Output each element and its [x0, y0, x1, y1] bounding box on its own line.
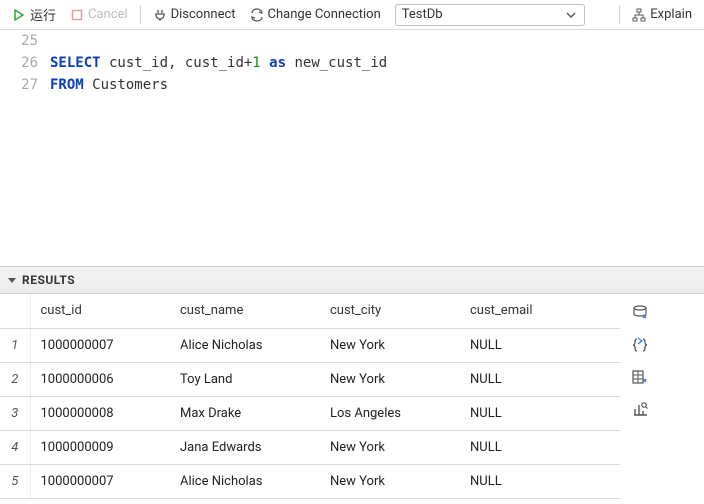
code-content[interactable]: SELECT cust_id, cust_id+1 as new_cust_id [50, 52, 387, 74]
row-number: 5 [0, 464, 30, 498]
database-select[interactable]: TestDb [395, 4, 585, 26]
column-header[interactable]: cust_city [320, 294, 460, 328]
disconnect-label: Disconnect [171, 7, 236, 22]
chevron-down-icon [564, 8, 578, 22]
separator [619, 6, 620, 24]
export-csv-button[interactable] [630, 304, 650, 322]
cancel-label: Cancel [88, 7, 128, 22]
results-title: RESULTS [22, 273, 75, 287]
rownum-header [0, 294, 30, 328]
editor-line[interactable]: 27FROM Customers [0, 74, 704, 96]
column-header[interactable]: cust_name [170, 294, 320, 328]
toolbar: 运行 Cancel Disconnect Change Connection T… [0, 0, 704, 30]
table-row[interactable]: 31000000008Max DrakeLos AngelesNULL [0, 396, 620, 430]
row-number: 4 [0, 430, 30, 464]
change-connection-label: Change Connection [268, 7, 381, 22]
cancel-button: Cancel [64, 4, 134, 25]
results-table: cust_idcust_namecust_citycust_email 1100… [0, 294, 620, 499]
change-connection-button[interactable]: Change Connection [244, 4, 387, 25]
cell[interactable]: 1000000009 [30, 430, 170, 464]
explain-button[interactable]: Explain [626, 4, 698, 25]
plug-icon [153, 8, 167, 22]
stop-icon [70, 8, 84, 22]
cell[interactable]: NULL [460, 362, 620, 396]
run-label: 运行 [30, 5, 56, 24]
run-button[interactable]: 运行 [6, 2, 62, 27]
database-selected-value: TestDb [402, 7, 443, 22]
editor-line[interactable]: 26SELECT cust_id, cust_id+1 as new_cust_… [0, 52, 704, 74]
code-content[interactable]: FROM Customers [50, 74, 168, 96]
cell[interactable]: 1000000007 [30, 464, 170, 498]
cell[interactable]: Max Drake [170, 396, 320, 430]
cell[interactable]: Jana Edwards [170, 430, 320, 464]
results-side-toolbar [620, 294, 660, 418]
cell[interactable]: Toy Land [170, 362, 320, 396]
explain-label: Explain [650, 7, 692, 22]
cell[interactable]: 1000000007 [30, 328, 170, 362]
cell[interactable]: New York [320, 430, 460, 464]
cell[interactable]: NULL [460, 396, 620, 430]
editor-line[interactable]: 25 [0, 30, 704, 52]
sql-editor[interactable]: 2526SELECT cust_id, cust_id+1 as new_cus… [0, 30, 704, 266]
results-pane: cust_idcust_namecust_citycust_email 1100… [0, 294, 704, 499]
cell[interactable]: 1000000008 [30, 396, 170, 430]
cell[interactable]: 1000000006 [30, 362, 170, 396]
cell[interactable]: Alice Nicholas [170, 328, 320, 362]
cell[interactable]: NULL [460, 430, 620, 464]
separator [140, 6, 141, 24]
line-number: 25 [0, 30, 50, 52]
export-excel-button[interactable] [630, 368, 650, 386]
diagram-icon [632, 8, 646, 22]
cell[interactable]: New York [320, 362, 460, 396]
disconnect-button[interactable]: Disconnect [147, 4, 242, 25]
cell[interactable]: Los Angeles [320, 396, 460, 430]
play-icon [12, 8, 26, 22]
row-number: 2 [0, 362, 30, 396]
swap-icon [250, 8, 264, 22]
table-row[interactable]: 41000000009Jana EdwardsNew YorkNULL [0, 430, 620, 464]
column-header[interactable]: cust_id [30, 294, 170, 328]
cell[interactable]: New York [320, 328, 460, 362]
table-row[interactable]: 51000000007Alice NicholasNew YorkNULL [0, 464, 620, 498]
export-json-button[interactable] [630, 336, 650, 354]
row-number: 1 [0, 328, 30, 362]
column-header[interactable]: cust_email [460, 294, 620, 328]
line-number: 26 [0, 52, 50, 74]
table-row[interactable]: 11000000007Alice NicholasNew YorkNULL [0, 328, 620, 362]
collapse-triangle-icon [8, 278, 16, 283]
table-row[interactable]: 21000000006Toy LandNew YorkNULL [0, 362, 620, 396]
cell[interactable]: NULL [460, 328, 620, 362]
cell[interactable]: Alice Nicholas [170, 464, 320, 498]
cell[interactable]: New York [320, 464, 460, 498]
cell[interactable]: NULL [460, 464, 620, 498]
chart-button[interactable] [630, 400, 650, 418]
row-number: 3 [0, 396, 30, 430]
line-number: 27 [0, 74, 50, 96]
results-header[interactable]: RESULTS [0, 266, 704, 294]
